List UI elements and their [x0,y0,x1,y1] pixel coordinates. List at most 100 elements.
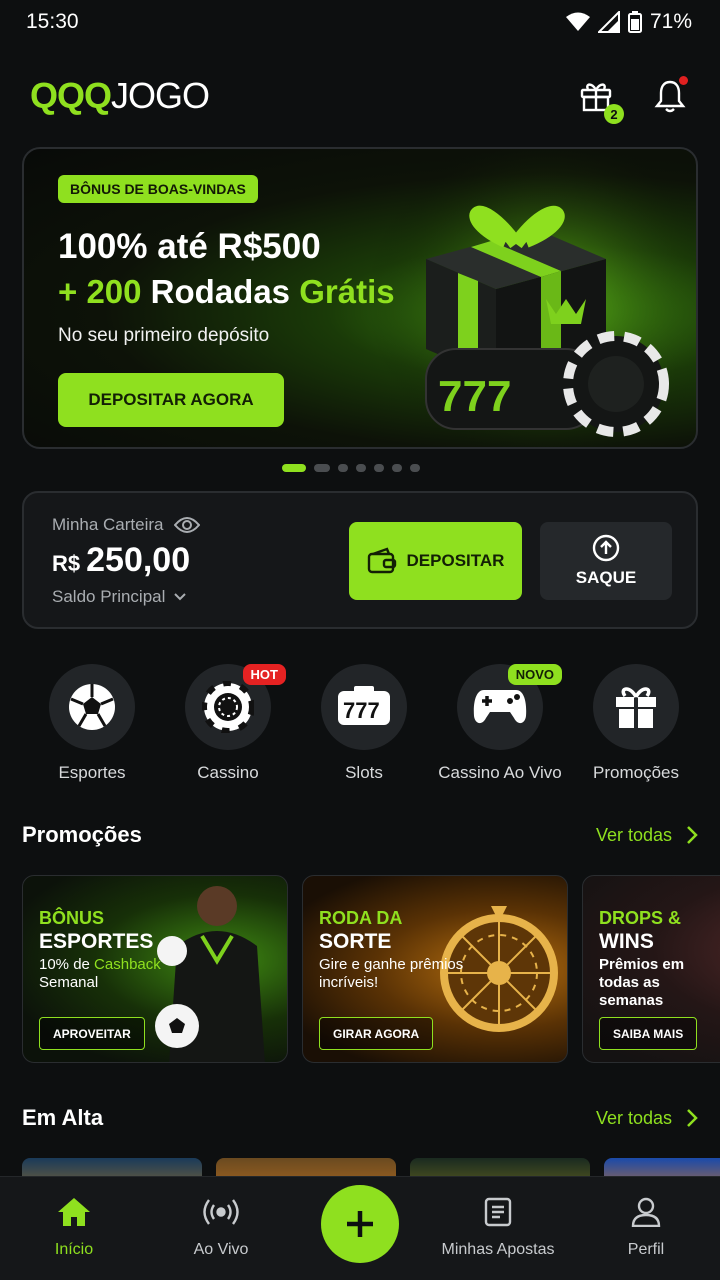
soccer-ball-icon [69,684,115,730]
promo-desc-highlight: Cashback [94,956,161,973]
signal-icon [597,11,620,33]
new-badge: NOVO [507,664,562,685]
home-icon [58,1198,90,1226]
promo-description: 10% de Cashback Semanal [39,956,189,992]
status-time: 15:30 [26,10,79,33]
promotions-header: Promoções Ver todas [22,822,698,848]
nav-live[interactable]: Ao Vivo [151,1197,291,1259]
welcome-bonus-banner[interactable]: 777 BÔNUS DE BOAS-VINDAS 100% até R$500 … [22,147,698,449]
hot-badge: HOT [242,664,286,685]
wallet-icon [367,547,396,574]
gift-icon [616,687,656,728]
banner-badge: BÔNUS DE BOAS-VINDAS [58,175,258,203]
nav-label: Perfil [627,1241,665,1258]
category-promocoes[interactable]: Promoções [572,664,700,783]
promo-title-line2: SORTE [319,930,392,953]
trending-see-all[interactable]: Ver todas [596,1108,698,1129]
nav-label: Início [54,1241,94,1258]
promotions-carousel: BÔNUS ESPORTES 10% de Cashback Semanal AP… [22,875,720,1063]
promo-title-line1: DROPS & [599,908,682,928]
see-all-label: Ver todas [595,1107,672,1128]
wallet-label-text: Minha Carteira [52,515,164,534]
banner-spins-count: + 200 [58,273,142,310]
carousel-dot[interactable] [356,464,366,472]
withdraw-button[interactable]: SAQUE [540,522,672,600]
carousel-dot[interactable] [374,464,384,472]
wallet-balance: R$ 250,00 [52,541,190,580]
trending-header: Em Alta Ver todas [22,1105,698,1131]
bottom-navigation: Início Ao Vivo Minhas Apostas Perfil [0,1176,720,1280]
promo-desc-part: Semanal [39,974,99,991]
promo-description: Prêmios em todas as semanas [599,956,685,1009]
carousel-dot[interactable] [410,464,420,472]
category-esportes[interactable]: Esportes [28,664,156,783]
chevron-right-icon [687,826,698,844]
gift-box-slot-illustration: 777 [366,149,696,447]
document-icon [484,1197,512,1227]
promo-card-drops[interactable]: DROPS & WINS Prêmios em todas as semanas… [582,875,720,1063]
balance-type: Saldo Principal [52,587,166,606]
live-broadcast-icon [203,1199,239,1225]
promo-cta-button[interactable]: APROVEITAR [39,1017,145,1050]
promo-cta-button[interactable]: SAIBA MAIS [599,1017,698,1050]
category-icon-wrapper [49,664,135,750]
user-icon [631,1197,661,1227]
trending-title: Em Alta [22,1105,104,1130]
promo-desc-part: 10% de [39,956,95,973]
wallet-amount: 250,00 [86,541,191,579]
wallet-label: Minha Carteira [52,515,200,535]
category-icon-wrapper [593,664,679,750]
casino-chip-icon [202,681,254,733]
eye-icon[interactable] [173,516,200,534]
upload-circle-icon [592,534,620,562]
category-label: Cassino [197,763,259,782]
nav-home[interactable]: Início [4,1197,144,1259]
nav-profile[interactable]: Perfil [576,1197,716,1259]
battery-level: 71% [649,10,692,33]
promo-title-line2: ESPORTES [39,930,154,953]
promo-card-wheel[interactable]: RODA DA SORTE Gire e ganhe prêmios incrí… [302,875,568,1063]
withdraw-label: SAQUE [575,568,637,587]
app-header: QQQ JOGO 2 [0,60,720,132]
carousel-dot[interactable] [338,464,348,472]
deposit-button[interactable]: DEPOSITAR [349,522,522,600]
notifications-button[interactable] [650,76,690,116]
carousel-dot[interactable] [392,464,402,472]
category-cassino-ao-vivo[interactable]: NOVO Cassino Ao Vivo [436,664,564,783]
promotions-title: Promoções [22,822,142,847]
banner-subtitle: No seu primeiro depósito [58,325,270,346]
nav-label: Ao Vivo [193,1241,249,1258]
category-slots[interactable]: 777 Slots [300,664,428,783]
status-icons: 71% [565,10,692,34]
balance-selector[interactable]: Saldo Principal [52,587,187,607]
header-actions: 2 [576,76,690,124]
gifts-button[interactable]: 2 [576,76,624,124]
carousel-dot[interactable] [314,464,330,472]
promo-description: Gire e ganhe prêmios incríveis! [319,956,464,991]
banner-spins-free: Grátis [299,273,395,310]
nav-my-bets[interactable]: Minhas Apostas [428,1197,568,1259]
wallet-currency: R$ [52,551,81,576]
category-icon-wrapper: 777 [321,664,407,750]
status-bar: 15:30 71% [0,0,720,44]
promo-title-line2: WINS [599,930,654,953]
banner-spins-word: Rodadas [150,273,291,310]
category-label: Promoções [593,763,679,782]
category-shortcuts: Esportes HOT Cassino 777 Slots NOVO Cass… [28,664,700,783]
carousel-dot[interactable] [282,464,306,472]
svg-text:777: 777 [438,372,511,421]
category-cassino[interactable]: HOT Cassino [164,664,292,783]
promo-title-line1: RODA DA [319,908,403,928]
plus-icon [347,1211,373,1237]
nav-label: Minhas Apostas [441,1241,555,1258]
promotions-see-all[interactable]: Ver todas [596,825,698,846]
logo-qqq: QQQ [30,75,112,116]
app-logo[interactable]: QQQ JOGO [30,75,210,117]
promo-cta-button[interactable]: GIRAR AGORA [319,1017,434,1050]
quick-action-button[interactable] [321,1185,399,1263]
promo-card-sports[interactable]: BÔNUS ESPORTES 10% de Cashback Semanal AP… [22,875,288,1063]
category-label: Esportes [58,763,126,782]
category-label: Cassino Ao Vivo [438,763,562,782]
deposit-now-button[interactable]: DEPOSITAR AGORA [58,373,284,427]
chevron-down-icon [174,593,187,601]
